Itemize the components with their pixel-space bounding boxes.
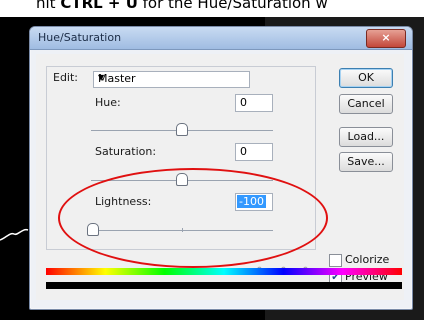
- hue-saturation-dialog: Hue/Saturation × Edit: Master ▼ Hue: 0 S…: [29, 26, 413, 310]
- hue-label: Hue:: [95, 96, 121, 109]
- banner-shortcut: CTRL + U: [60, 0, 138, 12]
- saturation-input[interactable]: 0: [235, 143, 273, 161]
- colorize-label: Colorize: [345, 253, 390, 266]
- annotation-highlight-ring: [58, 168, 328, 268]
- colorize-checkbox[interactable]: [329, 254, 342, 267]
- banner-prefix: hit: [36, 0, 61, 12]
- input-color-spectrum: [46, 268, 402, 275]
- hue-value: 0: [240, 96, 247, 109]
- hue-input[interactable]: 0: [235, 94, 273, 112]
- ok-button[interactable]: OK: [339, 68, 393, 88]
- edit-label: Edit:: [53, 71, 79, 84]
- output-color-bar: [46, 282, 402, 289]
- background-line-art: [0, 228, 29, 241]
- saturation-value: 0: [240, 145, 247, 158]
- close-icon: ×: [381, 31, 391, 44]
- close-button[interactable]: ×: [366, 29, 406, 48]
- saturation-label: Saturation:: [95, 145, 157, 158]
- dropdown-arrow-icon: ▼: [98, 73, 105, 82]
- edit-dropdown[interactable]: Master ▼: [93, 71, 250, 88]
- banner-suffix: for the Hue/Saturation w: [137, 0, 328, 12]
- save-button[interactable]: Save...: [339, 152, 393, 172]
- dialog-titlebar[interactable]: Hue/Saturation ×: [30, 27, 412, 50]
- dialog-title: Hue/Saturation: [38, 31, 122, 44]
- cancel-button[interactable]: Cancel: [339, 94, 393, 114]
- load-button[interactable]: Load...: [339, 127, 393, 147]
- hue-slider-thumb[interactable]: [176, 123, 188, 136]
